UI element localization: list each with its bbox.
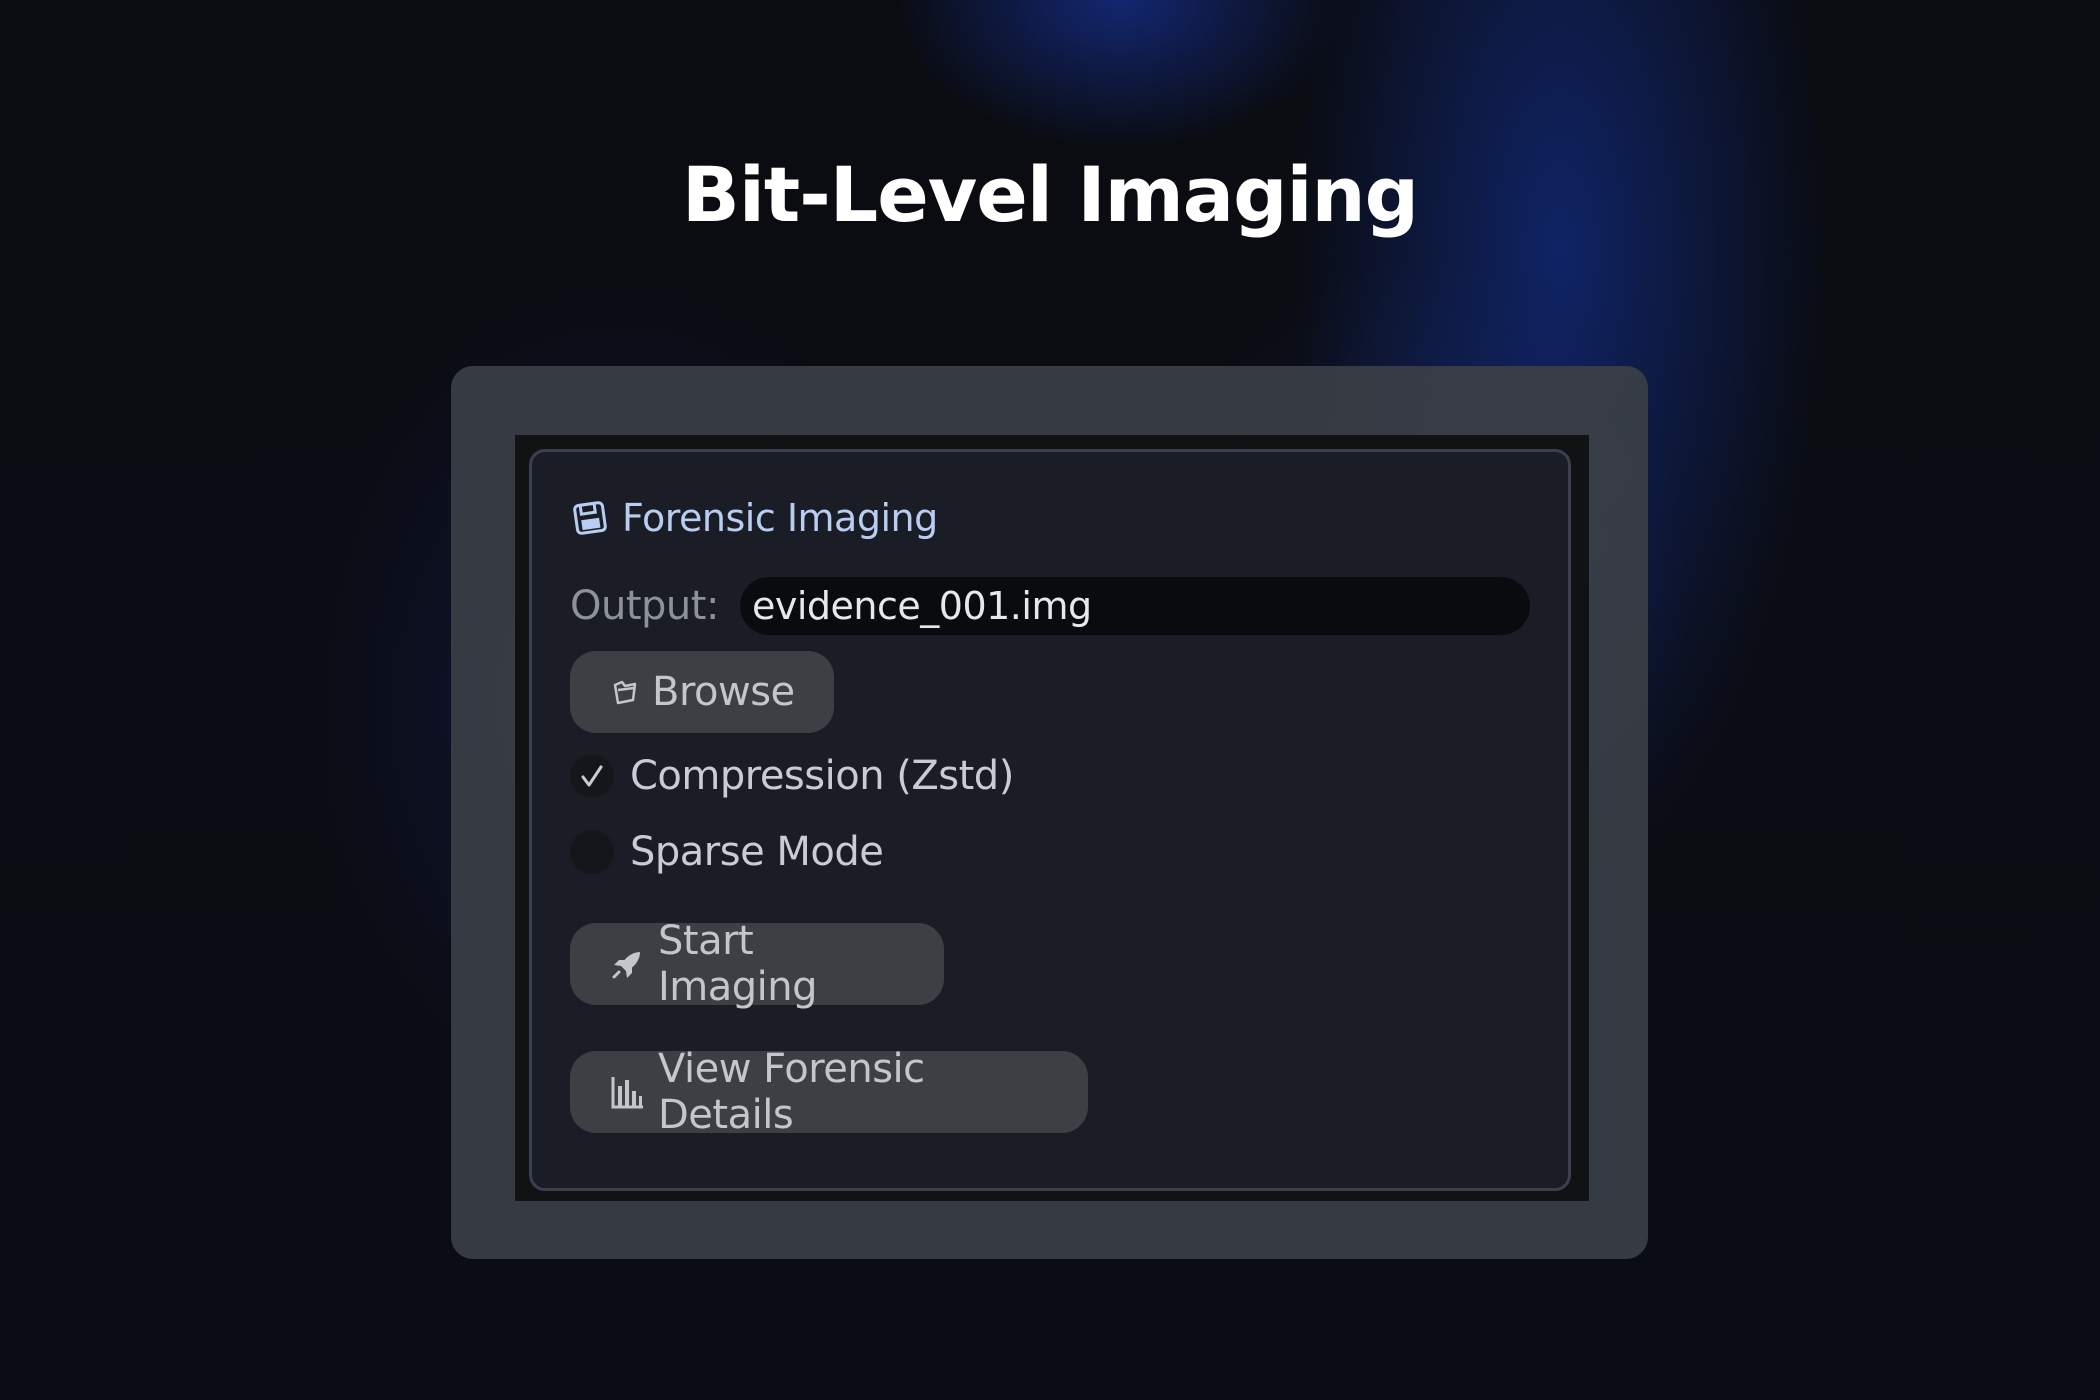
app-stage: Bit-Level Imaging Forensic Imaging Outpu… — [0, 0, 2100, 1400]
app-window: Forensic Imaging Output: Browse — [515, 435, 1589, 1201]
compression-checkbox[interactable]: Compression (Zstd) — [570, 745, 1014, 807]
start-imaging-label: Start Imaging — [658, 918, 818, 1010]
bar-chart-icon — [610, 1074, 658, 1110]
output-path-input[interactable] — [740, 577, 1530, 635]
panel-title: Forensic Imaging — [622, 496, 938, 540]
browse-button[interactable]: Browse — [570, 651, 834, 733]
output-label: Output: — [570, 583, 719, 629]
sparse-mode-checkbox[interactable]: Sparse Mode — [570, 821, 884, 883]
floppy-disk-icon — [570, 498, 610, 538]
output-row: Output: — [570, 576, 1530, 636]
view-forensic-details-label: View Forensic Details — [658, 1046, 925, 1138]
panel-header: Forensic Imaging — [570, 490, 938, 546]
start-imaging-button[interactable]: Start Imaging — [570, 918, 944, 1010]
checkbox-unchecked-icon — [570, 830, 614, 874]
browse-button-label: Browse — [652, 669, 795, 715]
page-title: Bit-Level Imaging — [681, 150, 1419, 239]
forensic-imaging-panel: Forensic Imaging Output: Browse — [529, 449, 1571, 1191]
folder-icon — [610, 677, 652, 707]
compression-label: Compression (Zstd) — [630, 753, 1014, 799]
rocket-icon — [610, 946, 658, 982]
view-forensic-details-button[interactable]: View Forensic Details — [570, 1046, 1088, 1138]
sparse-mode-label: Sparse Mode — [630, 829, 884, 875]
checkbox-checked-icon — [570, 754, 614, 798]
device-frame: Forensic Imaging Output: Browse — [451, 366, 1648, 1259]
